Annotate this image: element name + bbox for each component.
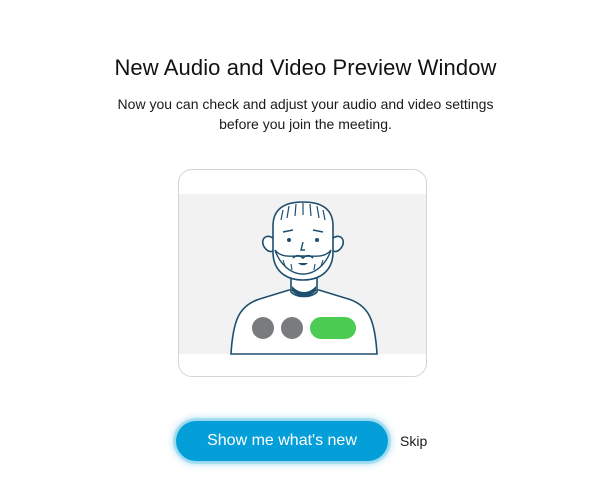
show-whats-new-button[interactable]: Show me what's new xyxy=(176,421,388,461)
person-video-preview-icon xyxy=(179,194,426,355)
person-eye-left xyxy=(287,238,291,242)
dialog-title: New Audio and Video Preview Window xyxy=(114,55,497,80)
join-control-icon xyxy=(310,317,356,339)
subtitle-line-1: Now you can check and adjust your audio … xyxy=(117,96,494,112)
subtitle-line-2: before you join the meeting. xyxy=(219,116,392,132)
video-control-icon xyxy=(281,317,303,339)
skip-link[interactable]: Skip xyxy=(400,433,427,449)
mute-control-icon xyxy=(252,317,274,339)
preview-illustration-card xyxy=(178,169,427,377)
preview-onboarding-dialog: New Audio and Video Preview Window Now y… xyxy=(0,0,611,498)
dialog-subtitle: Now you can check and adjust your audio … xyxy=(0,94,611,134)
person-eye-right xyxy=(315,238,319,242)
